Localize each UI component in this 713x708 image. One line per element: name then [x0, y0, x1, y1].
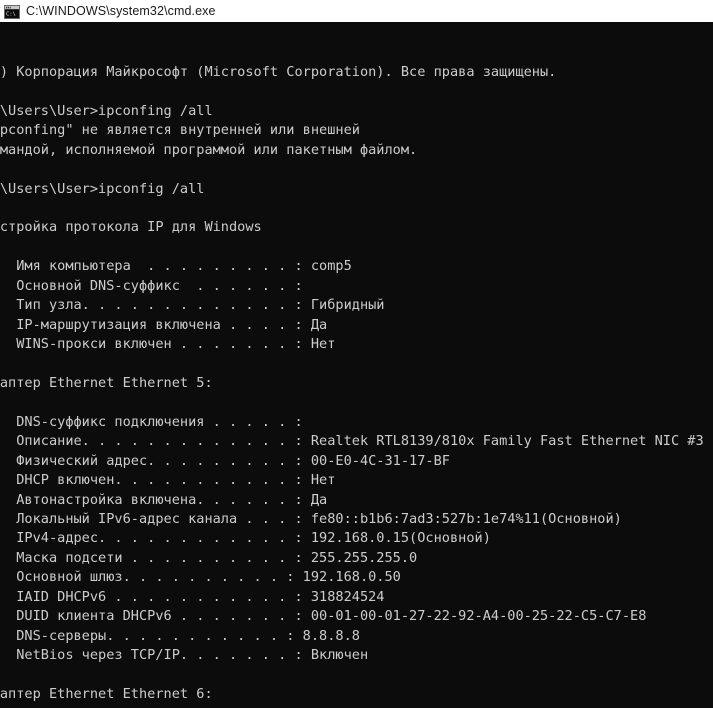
console-line: Основной шлюз. . . . . . . . . . : 192.1… [0, 569, 401, 586]
console-line: Автонастройка включена. . . . . . : Да [0, 491, 328, 508]
window-title: C:\WINDOWS\system32\cmd.exe [26, 4, 216, 18]
console-line: омандой, исполняемой программой или паке… [0, 141, 418, 158]
console-line: c) Корпорация Майкрософт (Microsoft Corp… [0, 63, 557, 80]
cmd-window-icon: C:\ [4, 4, 20, 19]
console-line: NetBios через TCP/IP. . . . . . . : Вклю… [0, 647, 369, 664]
console-line: DNS-серверы. . . . . . . . . . . : 8.8.8… [0, 627, 360, 644]
console-line: астройка протокола IP для Windows [0, 219, 262, 236]
console-line: :\Users\User>ipconfing /all [0, 102, 213, 119]
console-line: DHCP включен. . . . . . . . . . . : Нет [0, 472, 336, 489]
window-titlebar[interactable]: C:\ C:\WINDOWS\system32\cmd.exe [0, 0, 713, 22]
console-line: DUID клиента DHCPv6 . . . . . . . : 00-0… [0, 608, 647, 625]
console-line: Тип узла. . . . . . . . . . . . . : Гибр… [0, 297, 385, 314]
console-line: IAID DHCPv6 . . . . . . . . . . . : 3188… [0, 588, 385, 605]
console-line: Физический адрес. . . . . . . . . : 00-E… [0, 452, 450, 469]
console-line: IP-маршрутизация включена . . . . : Да [0, 316, 328, 333]
console-line: ipconfing" не является внутренней или вн… [0, 122, 360, 139]
console-line: даптер Ethernet Ethernet 6: [0, 685, 213, 702]
console-line: Описание. . . . . . . . . . . . . : Real… [0, 433, 704, 450]
console-output-area[interactable]: c) Корпорация Майкрософт (Microsoft Corp… [0, 22, 713, 708]
console-line: WINS-прокси включен . . . . . . . : Нет [0, 336, 336, 353]
cmd-window: C:\ C:\WINDOWS\system32\cmd.exe c) Корпо… [0, 0, 713, 708]
console-line: DNS-суффикс подключения . . . . . : [0, 413, 303, 430]
console-line: :\Users\User>ipconfig /all [0, 180, 205, 197]
console-line: Основной DNS-суффикс . . . . . . : [0, 277, 303, 294]
console-line: IPv4-адрес. . . . . . . . . . . . : 192.… [0, 530, 491, 547]
console-line: Имя компьютера . . . . . . . . . : comp5 [0, 258, 352, 275]
console-line: Локальный IPv6-адрес канала . . . : fe80… [0, 510, 622, 527]
console-line: даптер Ethernet Ethernet 5: [0, 374, 213, 391]
console-line: Маска подсети . . . . . . . . . . : 255.… [0, 549, 418, 566]
console-text: c) Корпорация Майкрософт (Microsoft Corp… [0, 63, 713, 708]
svg-text:C:\: C:\ [6, 12, 16, 18]
